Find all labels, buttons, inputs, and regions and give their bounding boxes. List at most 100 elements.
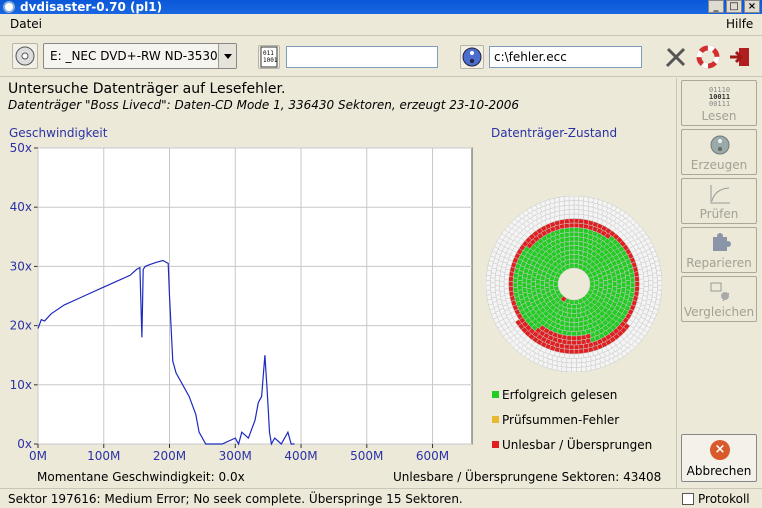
disc-sector-unread (568, 213, 575, 219)
disc-sector-unread (486, 289, 492, 296)
disc-sector-unreadable (573, 349, 580, 355)
binary-read-icon: 011101001100111 (709, 86, 730, 107)
disc-sector-unreadable (508, 276, 514, 282)
legend-swatch-unreadable (492, 441, 499, 448)
disc-sector-read (573, 326, 580, 332)
minimize-button[interactable]: _ (708, 0, 724, 13)
disc-sector-read (568, 245, 575, 251)
disc-sector-unreadable (568, 218, 575, 224)
log-button[interactable]: Protokoll (698, 489, 750, 508)
menu-file[interactable]: Datei (10, 17, 42, 31)
disc-sector-unread (490, 272, 496, 279)
current-speed: Momentane Geschwindigkeit: 0.0x (37, 470, 245, 484)
disc-sector-unread (486, 284, 491, 291)
drive-icon-button[interactable] (12, 43, 38, 69)
menu-help[interactable]: Hilfe (726, 17, 753, 31)
disc-sector-read (512, 277, 519, 284)
x-tick-label: 500M (350, 449, 383, 463)
disc-sector-unread (571, 362, 577, 368)
abort-label: Abbrechen (686, 464, 752, 478)
disc-sector-unreadable (576, 339, 582, 346)
compare-icon (710, 282, 730, 302)
disc-sector-read (573, 317, 580, 323)
disc-sector-read (521, 277, 528, 284)
read-button[interactable]: 01110 10011 00111 Lesen (681, 80, 757, 126)
disc-sector-unreadable (571, 335, 577, 341)
puzzle-repair-icon (713, 233, 731, 251)
disc-sector-read (535, 278, 541, 285)
image-file-input[interactable] (286, 46, 438, 68)
disc-sector-read (573, 227, 580, 233)
settings-tools-icon[interactable] (664, 45, 688, 72)
disc-sector-unread (568, 200, 575, 206)
disc-sector-unreadable (566, 339, 572, 346)
maximize-button[interactable]: □ (726, 0, 742, 13)
disc-sector-read (526, 283, 532, 290)
image-file-button[interactable]: 011 1001 (258, 45, 280, 69)
disc-sector-unreadable (568, 222, 575, 228)
disc-sector-unread (576, 362, 582, 368)
disc-sector-unread (503, 273, 510, 280)
disc-sector-read (568, 263, 575, 269)
status-bar: Sektor 197616: Medium Error; No seek com… (0, 488, 762, 508)
close-button[interactable]: × (744, 0, 760, 13)
disc-sector-read (568, 236, 575, 242)
legend-swatch-checksum (492, 416, 499, 423)
disc-sector-read (521, 287, 528, 294)
disc-sector-read (553, 281, 559, 287)
disc-sector-read (598, 282, 604, 289)
disc-sector-read (568, 227, 575, 233)
disc-sector-read (526, 278, 532, 285)
disc-sector-unread (573, 213, 580, 219)
svg-text:00111: 00111 (709, 100, 730, 107)
verify-button[interactable]: Prüfen (681, 178, 757, 224)
create-label: Erzeugen (690, 158, 748, 172)
disc-map (486, 196, 662, 372)
disc-sector-unread (573, 200, 580, 206)
disc-sector-unread (580, 366, 587, 372)
disc-sector-read (568, 258, 575, 265)
compare-button[interactable]: Vergleichen (681, 276, 757, 322)
disc-sector-unread (652, 282, 658, 289)
disc-sector-unread (576, 366, 582, 372)
ecc-file-button[interactable] (460, 45, 484, 69)
ecc-file-input[interactable]: c:\fehler.ecc (489, 46, 642, 68)
disc-sector-unreadable (563, 348, 570, 355)
disc-sector-read (616, 283, 622, 290)
chevron-down-icon[interactable] (218, 44, 236, 68)
disc-sector-unreadable (634, 281, 640, 287)
speed-chart: 0x10x20x30x40x50x0M 100M 200M 300M 400M 500M 6… (10, 141, 473, 463)
yin-yang-icon (710, 135, 730, 155)
disc-sector-read (521, 282, 527, 289)
create-button[interactable]: Erzeugen (681, 129, 757, 175)
disc-sector-read (630, 282, 636, 288)
yin-yang-icon (462, 47, 482, 67)
disc-sector-unread (573, 353, 580, 359)
disc-sector-unread (655, 265, 662, 272)
disc-sector-unreadable (563, 218, 570, 224)
x-tick-label: 400M (284, 449, 317, 463)
disc-sector-unreadable (576, 335, 582, 341)
disc-sector-unread (566, 357, 572, 364)
disc-sector-unread (648, 279, 654, 286)
disc-sector-unread (571, 358, 577, 364)
help-lifebuoy-icon[interactable] (696, 45, 720, 72)
menu-bar: Datei Hilfe (0, 14, 762, 36)
disc-sector-read (607, 278, 613, 285)
log-icon[interactable] (682, 493, 694, 505)
disc-sector-read (568, 321, 575, 328)
disc-sector-unread (563, 209, 570, 215)
disc-sector-unread (566, 366, 572, 372)
repair-button[interactable]: Reparieren (681, 227, 757, 273)
disc-sector-read (620, 277, 627, 284)
info-title: Untersuche Datenträger auf Lesefehler. (8, 81, 286, 97)
plot-area (37, 147, 473, 445)
drive-select-value: E: _NEC DVD+-RW ND-3530A (50, 49, 226, 63)
unreadable-count: Unlesbare / Übersprungene Sektoren: 4340… (393, 470, 662, 484)
exit-icon[interactable] (728, 45, 752, 72)
abort-button[interactable]: × Abbrechen (681, 434, 757, 482)
disc-sector-unread (656, 270, 662, 277)
repair-label: Reparieren (686, 256, 752, 270)
drive-select[interactable]: E: _NEC DVD+-RW ND-3530A (43, 43, 237, 69)
disc-sector-unread (578, 353, 585, 359)
